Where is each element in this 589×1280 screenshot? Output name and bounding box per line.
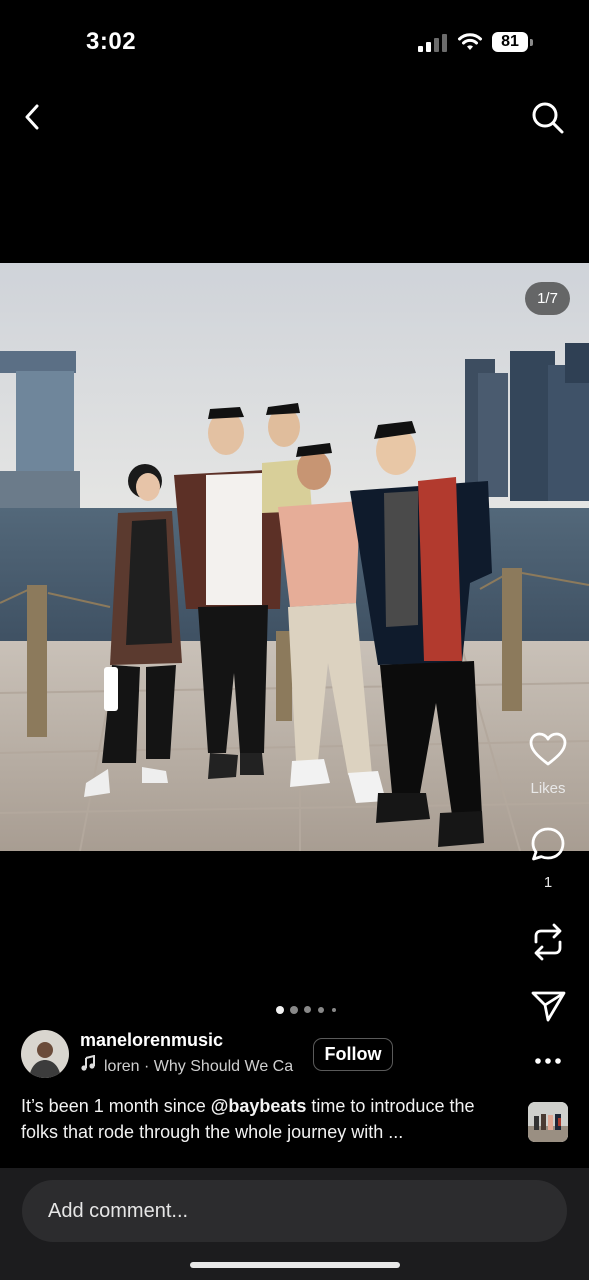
carousel-dot xyxy=(332,1008,336,1012)
avatar[interactable] xyxy=(21,1030,69,1078)
more-options-button[interactable] xyxy=(526,1040,570,1080)
back-button[interactable] xyxy=(18,100,48,134)
music-track-text: loren · Why Should We Ca xyxy=(104,1058,294,1075)
home-indicator[interactable] xyxy=(190,1262,400,1268)
follow-button[interactable]: Follow xyxy=(313,1038,393,1071)
battery-percent: 81 xyxy=(501,33,519,50)
wifi-icon xyxy=(457,32,483,52)
repost-icon xyxy=(534,923,562,961)
carousel-indicator xyxy=(276,1005,346,1015)
caption-text-start: It’s been 1 month since xyxy=(21,1096,211,1116)
likes-label: Likes xyxy=(530,780,566,797)
comment-icon xyxy=(531,827,565,861)
photo-counter: 1/7 xyxy=(525,282,570,315)
carousel-dot xyxy=(318,1007,324,1013)
add-comment-input[interactable] xyxy=(22,1180,567,1242)
carousel-dot xyxy=(304,1006,311,1013)
repost-button[interactable] xyxy=(526,920,570,964)
post-caption[interactable]: It’s been 1 month since @baybeats time t… xyxy=(21,1093,491,1145)
status-time: 3:02 xyxy=(86,28,137,55)
carousel-dot-active xyxy=(276,1006,284,1014)
search-icon xyxy=(532,102,564,134)
caption-mention[interactable]: @baybeats xyxy=(211,1096,307,1116)
music-note-icon xyxy=(80,1055,98,1076)
heart-icon xyxy=(529,732,567,766)
music-track[interactable]: loren · Why Should We Ca xyxy=(80,1055,300,1076)
share-button[interactable] xyxy=(526,984,570,1028)
post-photo[interactable] xyxy=(0,263,589,851)
more-icon xyxy=(535,1058,561,1064)
username[interactable]: manelorenmusic xyxy=(80,1030,223,1051)
like-button[interactable] xyxy=(526,728,570,772)
comment-button[interactable] xyxy=(526,823,570,867)
audio-thumbnail[interactable] xyxy=(528,1102,568,1142)
comments-count: 1 xyxy=(543,874,553,891)
chevron-left-icon xyxy=(25,104,39,130)
carousel-dot xyxy=(290,1006,298,1014)
search-button[interactable] xyxy=(528,98,566,136)
battery-icon: 81 xyxy=(492,32,534,52)
share-icon xyxy=(531,991,566,1022)
cellular-signal-icon xyxy=(418,34,448,52)
